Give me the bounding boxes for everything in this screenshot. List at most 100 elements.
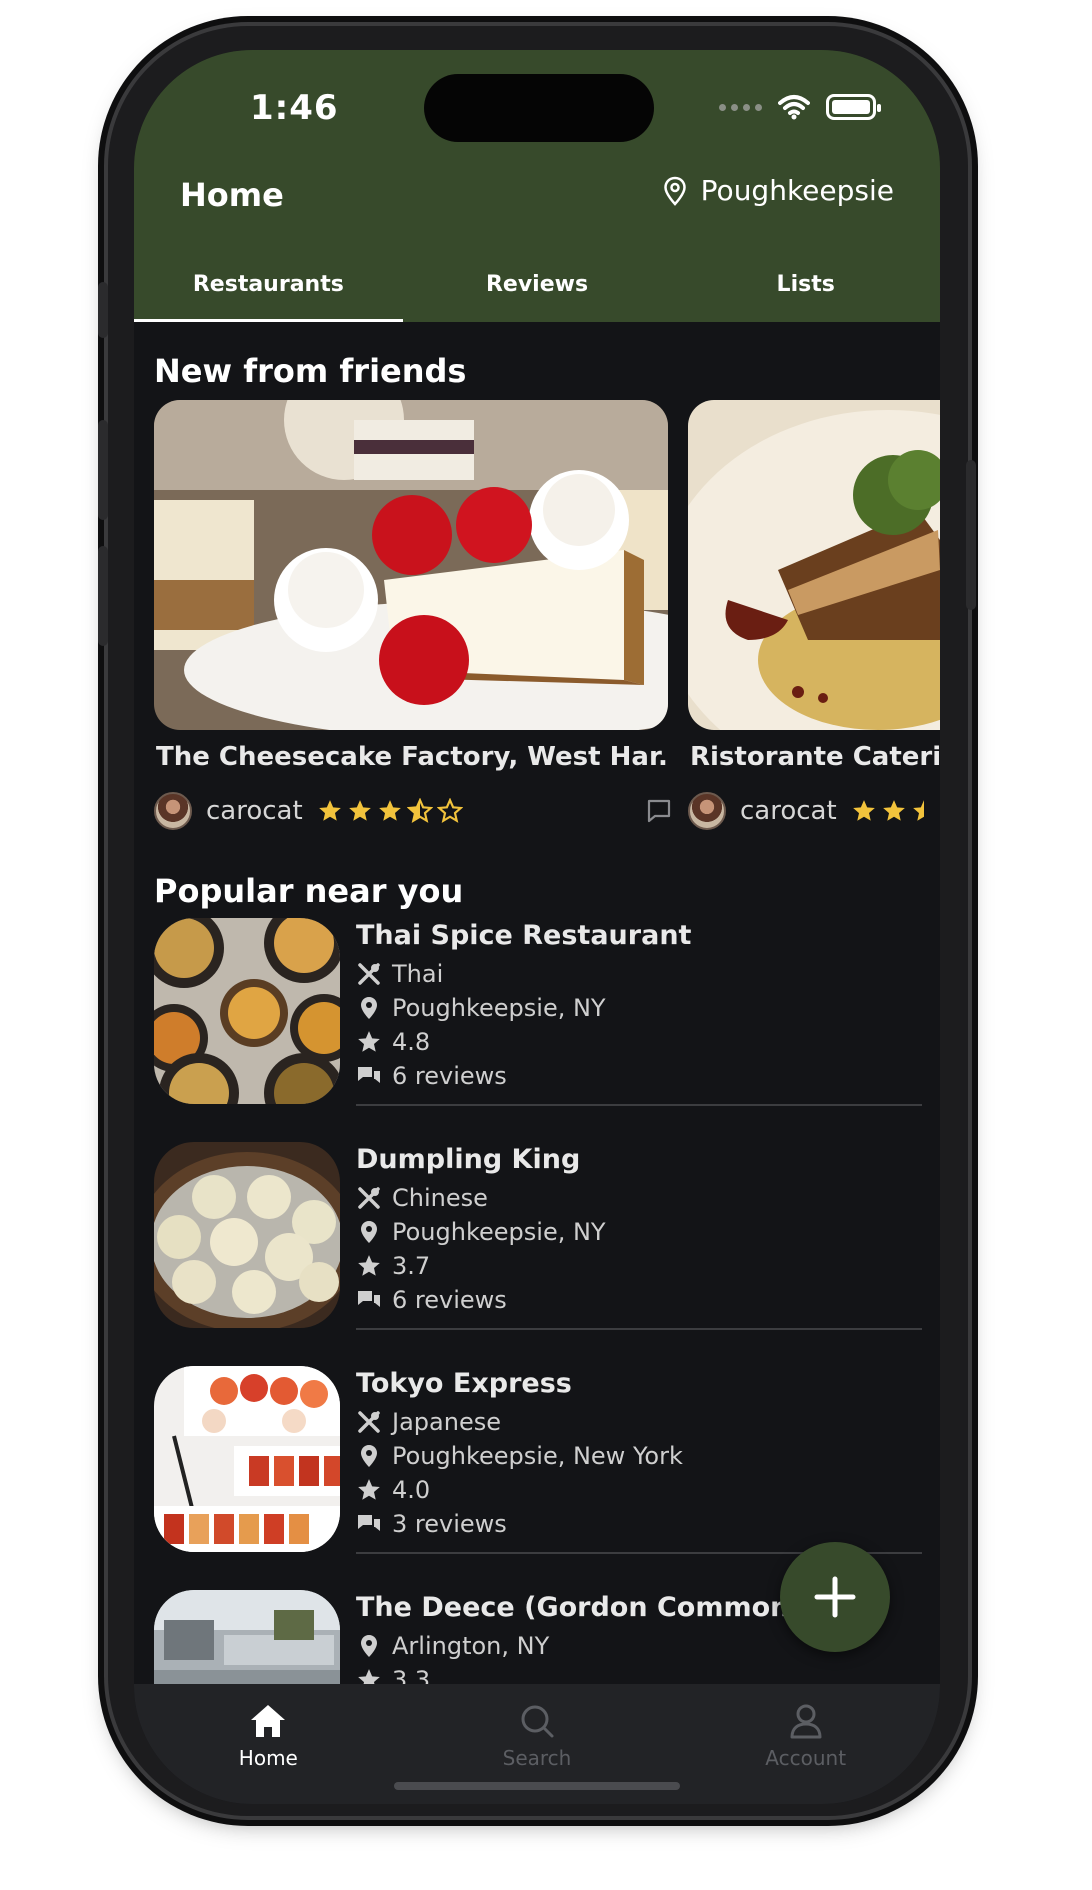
location-row: Poughkeepsie, New York	[356, 1442, 683, 1470]
rating-value: 4.8	[392, 1028, 431, 1056]
location-label: Poughkeepsie, NY	[392, 1218, 606, 1246]
utensils-icon	[358, 1187, 380, 1209]
avatar[interactable]	[154, 792, 192, 830]
comment-icon[interactable]	[646, 798, 672, 824]
rating-row: 3.7	[356, 1252, 430, 1280]
tab-bar: Restaurants Reviews Lists	[134, 268, 940, 322]
nav-home-label: Home	[238, 1746, 298, 1770]
location-pin-icon	[361, 1221, 377, 1243]
nav-home[interactable]: Home	[134, 1684, 403, 1804]
location-label: Poughkeepsie, NY	[392, 994, 606, 1022]
rating-value: 3.7	[392, 1252, 431, 1280]
friend-username[interactable]: carocat	[206, 796, 303, 826]
action-button	[98, 282, 108, 338]
star-icon	[358, 1479, 380, 1500]
nav-account-label: Account	[765, 1746, 847, 1770]
nav-account[interactable]: Account	[671, 1684, 940, 1804]
rating-row: 3.3	[356, 1666, 430, 1684]
location-label: Poughkeepsie, New York	[392, 1442, 683, 1470]
location-pin-icon	[361, 1445, 377, 1467]
star-icon	[358, 1669, 380, 1684]
friend-card-meta: carocat	[154, 792, 463, 830]
restaurant-thumbnail	[154, 918, 340, 1104]
reviews-count: 6 reviews	[392, 1286, 507, 1314]
friend-card-meta: carocat	[688, 792, 940, 830]
location-row: Poughkeepsie, NY	[356, 1218, 606, 1246]
friends-section-title: New from friends	[154, 352, 467, 390]
star-full-icon	[852, 800, 875, 821]
popular-section-title: Popular near you	[154, 872, 464, 910]
comments-icon	[358, 1067, 380, 1083]
star-icon	[358, 1031, 380, 1052]
cuisine-label: Chinese	[392, 1184, 488, 1212]
add-button[interactable]	[780, 1542, 890, 1652]
rating-stars	[317, 798, 463, 824]
rating-value: 3.3	[392, 1666, 431, 1684]
nav-search-label: Search	[502, 1746, 572, 1770]
restaurant-thumbnail	[154, 1590, 340, 1684]
rating-value: 4.0	[392, 1476, 431, 1504]
star-full-icon	[882, 800, 905, 821]
list-item[interactable]: Thai Spice Restaurant Thai Poughkeepsie,…	[134, 918, 940, 1138]
location-pin-icon	[361, 1635, 377, 1657]
restaurant-name[interactable]: Thai Spice Restaurant	[356, 920, 691, 951]
ristorante-photo[interactable]	[688, 400, 940, 730]
location-pin-icon	[663, 176, 686, 206]
avatar[interactable]	[688, 792, 726, 830]
plus-icon	[814, 1576, 856, 1618]
app-header: 1:46 Home Poughkeepsie Restaurants Revie…	[134, 50, 940, 322]
friend-card-title[interactable]: Ristorante Cateri	[690, 742, 940, 772]
comments-icon	[358, 1291, 380, 1307]
location-pin-icon	[361, 997, 377, 1019]
list-item[interactable]: Dumpling King Chinese Poughkeepsie, NY 3…	[134, 1142, 940, 1362]
star-full-icon	[378, 800, 401, 821]
home-icon	[251, 1705, 286, 1737]
star-icon	[358, 1255, 380, 1276]
star-empty-icon	[436, 798, 463, 823]
divider	[356, 1104, 922, 1106]
restaurant-thumbnail	[154, 1366, 340, 1552]
restaurant-name[interactable]: Tokyo Express	[356, 1368, 572, 1399]
volume-down-button	[98, 546, 108, 646]
home-indicator[interactable]	[394, 1782, 680, 1790]
restaurant-name[interactable]: Dumpling King	[356, 1144, 580, 1175]
friend-card-title[interactable]: The Cheesecake Factory, West Har...	[156, 742, 668, 772]
friend-username[interactable]: carocat	[740, 796, 837, 826]
reviews-row: 6 reviews	[356, 1286, 507, 1314]
volume-up-button	[98, 420, 108, 520]
power-button	[966, 460, 976, 610]
search-icon	[521, 1705, 554, 1738]
reviews-count: 6 reviews	[392, 1062, 507, 1090]
app-screen: 1:46 Home Poughkeepsie Restaurants Revie…	[134, 50, 940, 1804]
reviews-row: 3 reviews	[356, 1510, 507, 1538]
location-row: Arlington, NY	[356, 1632, 549, 1660]
cellular-signal-icon	[719, 103, 762, 111]
reviews-row: 6 reviews	[356, 1062, 507, 1090]
tab-reviews[interactable]: Reviews	[403, 268, 672, 322]
restaurant-name[interactable]: The Deece (Gordon Commons)	[356, 1592, 818, 1623]
cuisine-label: Thai	[392, 960, 444, 988]
cuisine-row: Japanese	[356, 1408, 501, 1436]
cheesecake-photo[interactable]	[154, 400, 668, 730]
divider	[356, 1328, 922, 1330]
dynamic-island	[424, 74, 654, 142]
star-full-icon	[348, 800, 371, 821]
page-title: Home	[180, 176, 284, 214]
location-label: Arlington, NY	[392, 1632, 550, 1660]
star-full-icon	[318, 800, 341, 821]
location-selector[interactable]: Poughkeepsie	[663, 174, 894, 207]
location-row: Poughkeepsie, NY	[356, 994, 606, 1022]
cuisine-label: Japanese	[392, 1408, 501, 1436]
tab-restaurants[interactable]: Restaurants	[134, 268, 403, 322]
status-time: 1:46	[250, 88, 339, 128]
utensils-icon	[358, 963, 380, 985]
person-icon	[790, 1704, 822, 1739]
restaurant-thumbnail	[154, 1142, 340, 1328]
tab-lists[interactable]: Lists	[671, 268, 940, 322]
rating-stars	[851, 798, 937, 824]
utensils-icon	[358, 1411, 380, 1433]
rating-row: 4.0	[356, 1476, 430, 1504]
star-half-icon	[912, 800, 924, 821]
rating-row: 4.8	[356, 1028, 430, 1056]
location-label: Poughkeepsie	[700, 174, 894, 207]
